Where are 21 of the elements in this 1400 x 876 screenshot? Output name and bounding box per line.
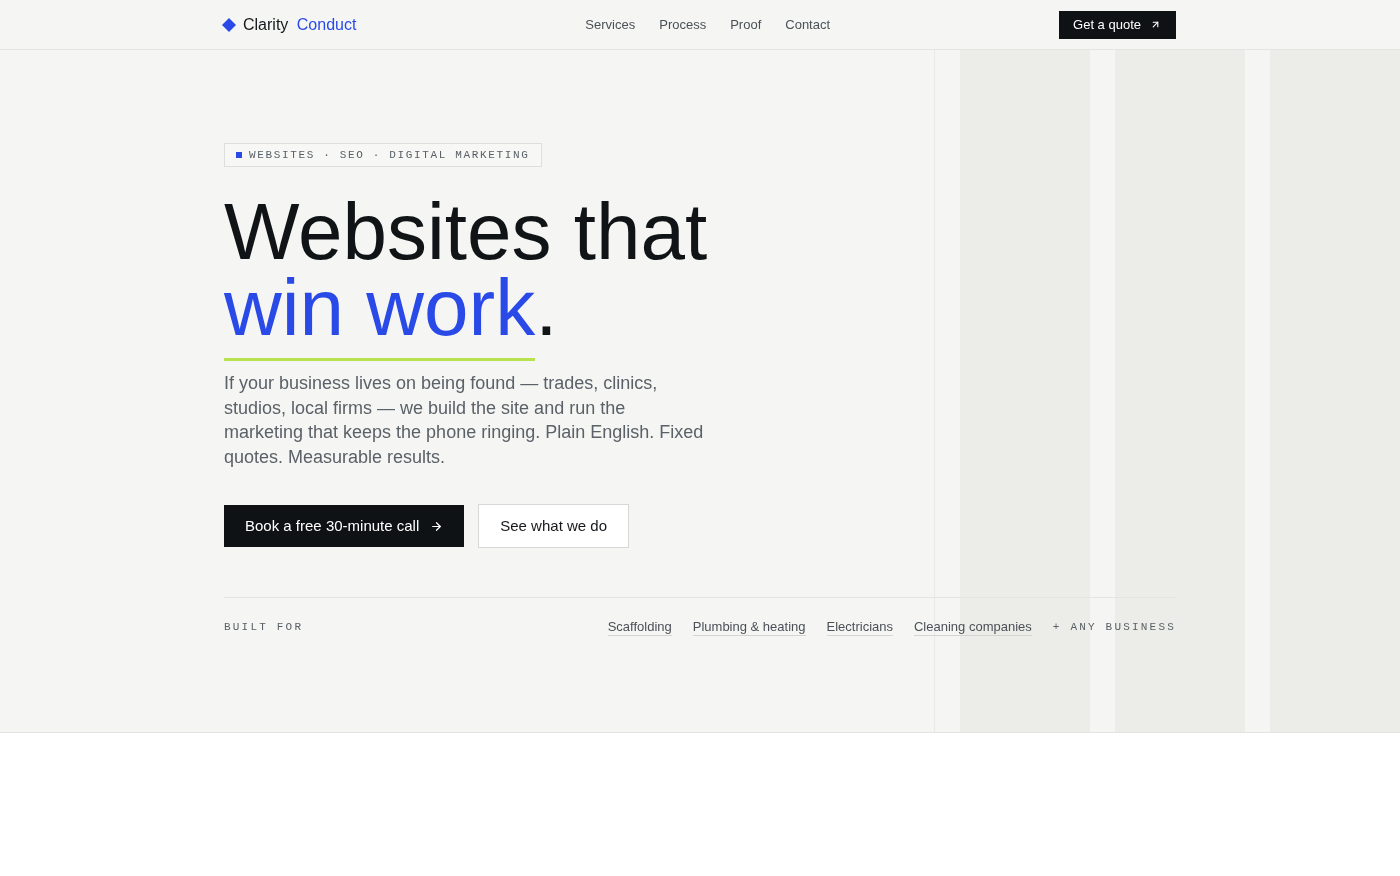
arrow-right-icon: [430, 519, 444, 533]
brand-logo[interactable]: Clarity Conduct: [222, 12, 357, 37]
arrow-up-right-icon: [1150, 19, 1161, 30]
industry-link[interactable]: Cleaning companies: [914, 618, 1032, 636]
book-call-button[interactable]: Book a free 30-minute call: [224, 505, 465, 547]
nav-link[interactable]: Process: [659, 14, 707, 35]
see-services-button[interactable]: See what we do: [478, 504, 629, 548]
any-business-text: + ANY BUSINESS: [1052, 619, 1176, 635]
hero-intro-text: If your business lives on being found — trades, clinics, studios, local firms — we build the site and run the marketing that keeps the phone ringing. Plain English. Fixed quotes. Measurable results.: [224, 372, 705, 469]
hero-heading: Websites that win work.: [224, 194, 708, 346]
industry-link[interactable]: Scaffolding: [607, 618, 672, 636]
nav-link[interactable]: Services: [585, 14, 636, 35]
industry-link[interactable]: Electricians: [826, 618, 893, 636]
industry-link[interactable]: Plumbing & heating: [692, 618, 806, 636]
square-icon: [236, 152, 242, 158]
eyebrow-text: WEBSITES · SEO · DIGITAL MARKETING: [249, 147, 530, 163]
built-for-label: BUILT FOR: [224, 619, 304, 635]
nav-link[interactable]: Proof: [730, 14, 762, 35]
diamond-icon: [222, 17, 236, 32]
nav-link[interactable]: Contact: [785, 14, 831, 35]
get-quote-button[interactable]: Get a quote: [1059, 10, 1176, 39]
